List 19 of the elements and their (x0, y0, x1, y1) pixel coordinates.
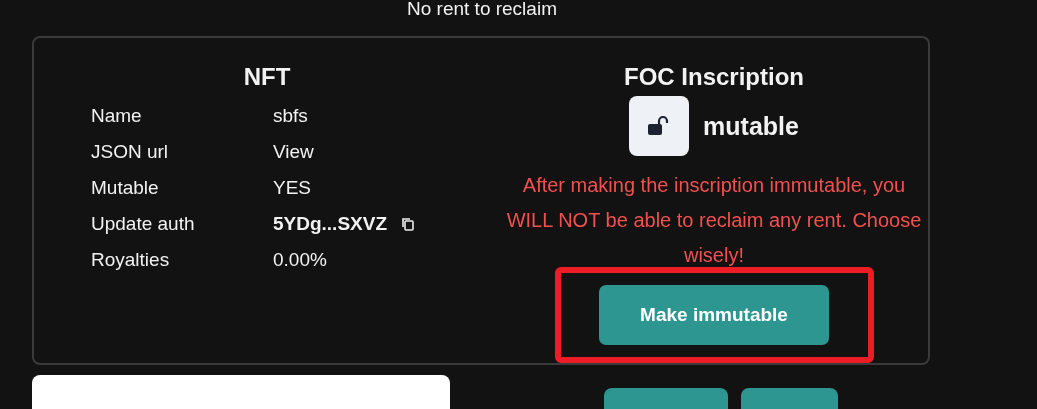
action-button[interactable] (741, 388, 838, 409)
field-value: 0.00% (273, 248, 327, 272)
action-button[interactable] (604, 388, 728, 409)
address-value: 5YDg...SXVZ (273, 212, 388, 236)
field-label: JSON url (91, 140, 170, 164)
make-immutable-button[interactable]: Make immutable (599, 285, 829, 345)
field-value: sbfs (273, 104, 308, 128)
field-label: Royalties (91, 248, 171, 272)
field-label: Mutable (91, 176, 160, 200)
mutability-status: mutable (703, 111, 799, 141)
rent-status-text: No rent to reclaim (406, 0, 558, 20)
json-link[interactable]: View (273, 136, 314, 167)
nft-heading: NFT (243, 62, 291, 92)
field-value: YES (273, 176, 312, 200)
field-label: Name (91, 104, 143, 128)
warning-text: After making the inscription immutable, you WILL NOT be able to reclaim any rent. Choose wisely! (505, 173, 923, 268)
inscription-heading: FOC Inscription (624, 62, 804, 92)
field-label: Update auth (91, 212, 196, 236)
copy-icon[interactable] (401, 216, 415, 231)
